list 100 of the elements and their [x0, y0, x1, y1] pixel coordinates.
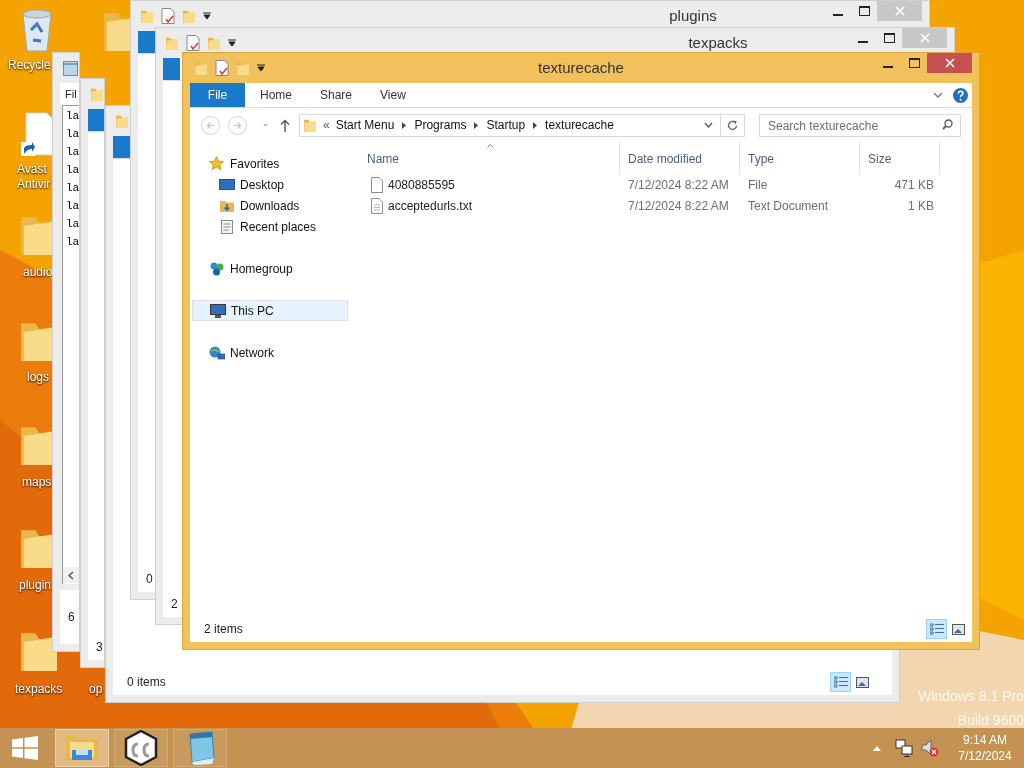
status-text: 0 items — [127, 674, 166, 691]
column-header[interactable]: Size — [860, 142, 940, 175]
ribbon-tab[interactable]: Share — [306, 83, 367, 107]
column-header[interactable]: Type — [740, 142, 860, 175]
properties-icon — [215, 60, 229, 76]
nav-item[interactable]: Downloads — [192, 195, 348, 216]
status-text: 0 — [146, 571, 153, 588]
nav-item[interactable]: This PC — [192, 300, 348, 321]
close-icon — [919, 33, 930, 43]
file-name[interactable]: 4080885595 — [388, 175, 455, 194]
network-status-button[interactable] — [892, 736, 916, 760]
os-version-text: Windows 8.1 Pro — [918, 687, 1024, 706]
caret-icon — [203, 12, 211, 20]
table-cell: 7/12/2024 8:22 AM — [628, 177, 729, 192]
text-line: la — [66, 199, 80, 214]
nav-item[interactable]: Network — [192, 342, 348, 363]
table-cell-text: 1 KB — [908, 197, 934, 215]
search-field[interactable]: Search texturecache — [759, 114, 961, 138]
chevron-left-icon — [68, 570, 74, 580]
nav-item[interactable]: Desktop — [192, 174, 348, 195]
chevron-right-icon — [402, 121, 407, 129]
back-icon — [206, 120, 215, 130]
text-line: la — [66, 217, 80, 232]
table-cell: Text Document — [748, 198, 829, 213]
details-view-button[interactable] — [926, 619, 947, 639]
cube-icon — [123, 730, 159, 766]
details-view-button[interactable] — [830, 672, 851, 692]
folder-icon — [303, 117, 317, 133]
muted-speaker-icon — [921, 739, 939, 757]
properties-icon — [161, 8, 175, 24]
document-icon — [219, 218, 235, 235]
maximize-icon — [883, 33, 895, 43]
properties-icon — [186, 35, 200, 51]
table-cell: 7/12/2024 8:22 AM — [628, 198, 729, 213]
maximize-icon — [908, 58, 920, 68]
text-line: la — [66, 109, 80, 124]
breadcrumb[interactable]: texturecache — [545, 116, 614, 134]
table-cell-text: 471 KB — [894, 176, 934, 194]
computer-icon — [210, 302, 226, 319]
breadcrumb[interactable]: Programs — [414, 116, 467, 134]
caret-up-icon — [873, 745, 881, 751]
address-bar[interactable]: « Start Menu Programs Startup texturecache — [299, 113, 721, 137]
window-title: texpacks — [687, 32, 749, 53]
nav-item[interactable]: Recent places — [192, 216, 348, 237]
file-name[interactable]: acceptedurls.txt — [388, 196, 473, 215]
folder-icon — [207, 35, 221, 51]
breadcrumb[interactable]: Startup — [486, 116, 526, 134]
text-line: la — [66, 127, 80, 142]
close-icon — [894, 6, 905, 16]
status-text: 3 — [96, 639, 103, 656]
star-icon — [209, 155, 225, 172]
window-title: plugins — [668, 5, 718, 26]
up-arrow-icon — [280, 118, 290, 132]
recycle-bin-icon — [20, 8, 54, 52]
ribbon-tab[interactable]: Home — [246, 83, 306, 107]
maximize-icon — [858, 6, 870, 16]
minimize-icon — [883, 65, 893, 68]
image-icon — [856, 676, 869, 688]
status-text: 2 — [171, 596, 178, 613]
network-icon — [209, 344, 225, 361]
status-text: 6 — [68, 609, 75, 626]
file-tab[interactable]: File — [190, 83, 245, 107]
caret-icon — [257, 64, 265, 72]
minimize-icon — [833, 13, 843, 16]
windows-logo-icon — [12, 736, 38, 760]
chevron-down-icon — [704, 122, 713, 128]
folder-icon — [194, 60, 208, 76]
column-header[interactable]: Date modified — [620, 142, 740, 175]
details-view-icon — [833, 676, 848, 688]
help-icon — [952, 87, 968, 103]
file-icon — [370, 176, 384, 193]
taskbar-button[interactable] — [114, 729, 168, 767]
os-version-text: Build 9600 — [957, 711, 1024, 730]
forward-icon — [233, 120, 242, 130]
nav-item[interactable]: Homegroup — [192, 258, 348, 279]
ribbon-tab[interactable]: View — [366, 83, 420, 107]
scroll-left-button[interactable] — [63, 567, 79, 583]
text-file-icon — [370, 197, 384, 214]
refresh-button[interactable] — [721, 113, 745, 137]
minimize-icon — [858, 40, 868, 43]
table-cell: File — [748, 177, 768, 192]
folder-icon — [236, 60, 250, 76]
folder-icon — [182, 8, 196, 24]
text-area[interactable]: la la la la la la la la — [62, 105, 79, 584]
chevron-down-icon — [933, 92, 943, 98]
folder-icon — [115, 113, 129, 129]
nav-item[interactable]: Favorites — [192, 153, 348, 174]
chevron-right-icon — [533, 121, 538, 129]
refresh-icon — [727, 119, 738, 131]
image-icon — [952, 623, 965, 635]
caret-down-icon — [262, 123, 268, 127]
desktop-icon — [219, 176, 235, 193]
breadcrumb[interactable]: Start Menu — [335, 116, 395, 134]
overflow-chevron[interactable]: « — [323, 116, 330, 134]
folder-icon — [90, 86, 104, 102]
details-view-icon — [929, 623, 944, 635]
column-header[interactable]: Name — [350, 142, 620, 175]
status-text: 2 items — [204, 621, 243, 638]
text-line: la — [66, 163, 80, 178]
window-title: texturecache — [538, 57, 624, 78]
